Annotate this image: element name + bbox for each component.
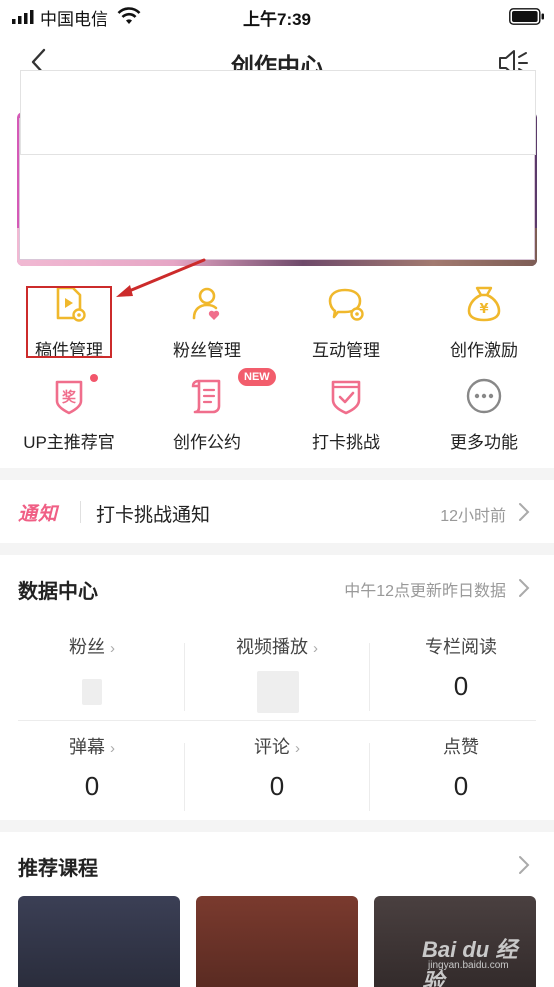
grid-item-interaction[interactable]: 互动管理: [277, 278, 415, 362]
grid-item-label: UP主推荐官: [23, 433, 115, 452]
stat-label: 粉丝 ›: [68, 637, 115, 657]
award-glyph: 奖: [62, 389, 77, 406]
stat-label: 评论 ›: [253, 737, 300, 757]
course-card[interactable]: [18, 896, 180, 987]
money-bag-icon: ¥: [467, 286, 501, 322]
new-badge: NEW: [238, 368, 276, 386]
unread-dot: [90, 374, 98, 382]
battery-icon: [509, 8, 544, 25]
stat-value-redaction: [82, 679, 102, 705]
course-redaction: [20, 70, 536, 155]
chevron-right-icon: [519, 503, 530, 521]
stat-column-reads: 专栏阅读 0: [369, 627, 553, 717]
stat-label: 专栏阅读: [425, 637, 497, 657]
chevron-right-icon[interactable]: [518, 578, 530, 598]
update-hint: 中午12点更新昨日数据: [344, 583, 506, 600]
stat-value-redaction: [257, 671, 299, 713]
grid-item-label: 打卡挑战: [312, 433, 380, 452]
grid-item-label: 互动管理: [312, 341, 380, 360]
stat-divider: [369, 643, 370, 711]
status-time: 上午7:39: [242, 10, 312, 29]
stat-row-divider: [18, 720, 536, 721]
section-divider: [0, 468, 554, 480]
grid-item-checkin[interactable]: 打卡挑战: [277, 370, 415, 454]
award-shield-icon: 奖: [55, 380, 83, 415]
annotation-arrow-icon: [116, 258, 206, 297]
section-title: 数据中心: [18, 581, 98, 603]
chat-bubble-icon: [328, 288, 364, 321]
stat-danmaku[interactable]: 弹幕 › 0: [0, 727, 184, 817]
stat-value: 0: [84, 771, 100, 801]
grid-item-label: 创作激励: [450, 341, 518, 360]
notice-row[interactable]: 通知 打卡挑战通知 12小时前: [0, 481, 554, 543]
more-icon: [466, 378, 502, 414]
annotation-highlight-box: [26, 286, 112, 358]
grid-item-creation-pact[interactable]: NEW 创作公约: [138, 368, 276, 454]
watermark-url: jingyan.baidu.com: [428, 960, 509, 971]
grid-item-label: 创作公约: [173, 433, 241, 452]
stat-value: 0: [453, 771, 469, 801]
notice-separator: [80, 501, 81, 523]
stat-value: 0: [453, 671, 469, 701]
course-card[interactable]: [196, 896, 358, 987]
grid-item-label: 粉丝管理: [173, 341, 241, 360]
stat-comments[interactable]: 评论 › 0: [185, 727, 369, 817]
stat-label: 视频播放 ›: [235, 637, 318, 657]
chevron-right-icon[interactable]: [518, 855, 530, 875]
grid-item-incentive[interactable]: ¥ 创作激励: [415, 278, 553, 362]
section-title: 推荐课程: [18, 858, 98, 880]
stat-divider: [184, 643, 185, 711]
scroll-icon: [191, 379, 221, 414]
stat-likes: 点赞 0: [369, 727, 553, 817]
stat-label: 点赞: [443, 737, 479, 757]
stat-video-plays[interactable]: 视频播放 ›: [185, 627, 369, 717]
notice-tag: 通知: [18, 504, 59, 525]
grid-item-label: 更多功能: [450, 433, 518, 452]
money-bag-glyph: ¥: [479, 302, 488, 317]
notice-text: 打卡挑战通知: [96, 505, 211, 526]
notice-time: 12小时前: [440, 508, 506, 525]
grid-item-up-recommender[interactable]: 奖 UP主推荐官: [0, 370, 138, 454]
stat-fans[interactable]: 粉丝 ›: [0, 627, 184, 717]
watermark: Bai du 经验 jingyan.baidu.com: [422, 932, 532, 987]
stat-label: 弹幕 ›: [68, 737, 115, 757]
checkin-shield-icon: [331, 380, 361, 415]
grid-item-more[interactable]: 更多功能: [415, 370, 553, 454]
section-divider: [0, 820, 554, 832]
status-bar: 中国电信 上午7:39: [0, 0, 554, 34]
stat-value: 0: [269, 771, 285, 801]
data-center: 数据中心 中午12点更新昨日数据 粉丝 › 视频播放 › 专栏阅读 0 弹幕 ›…: [0, 555, 554, 819]
section-divider: [0, 543, 554, 555]
